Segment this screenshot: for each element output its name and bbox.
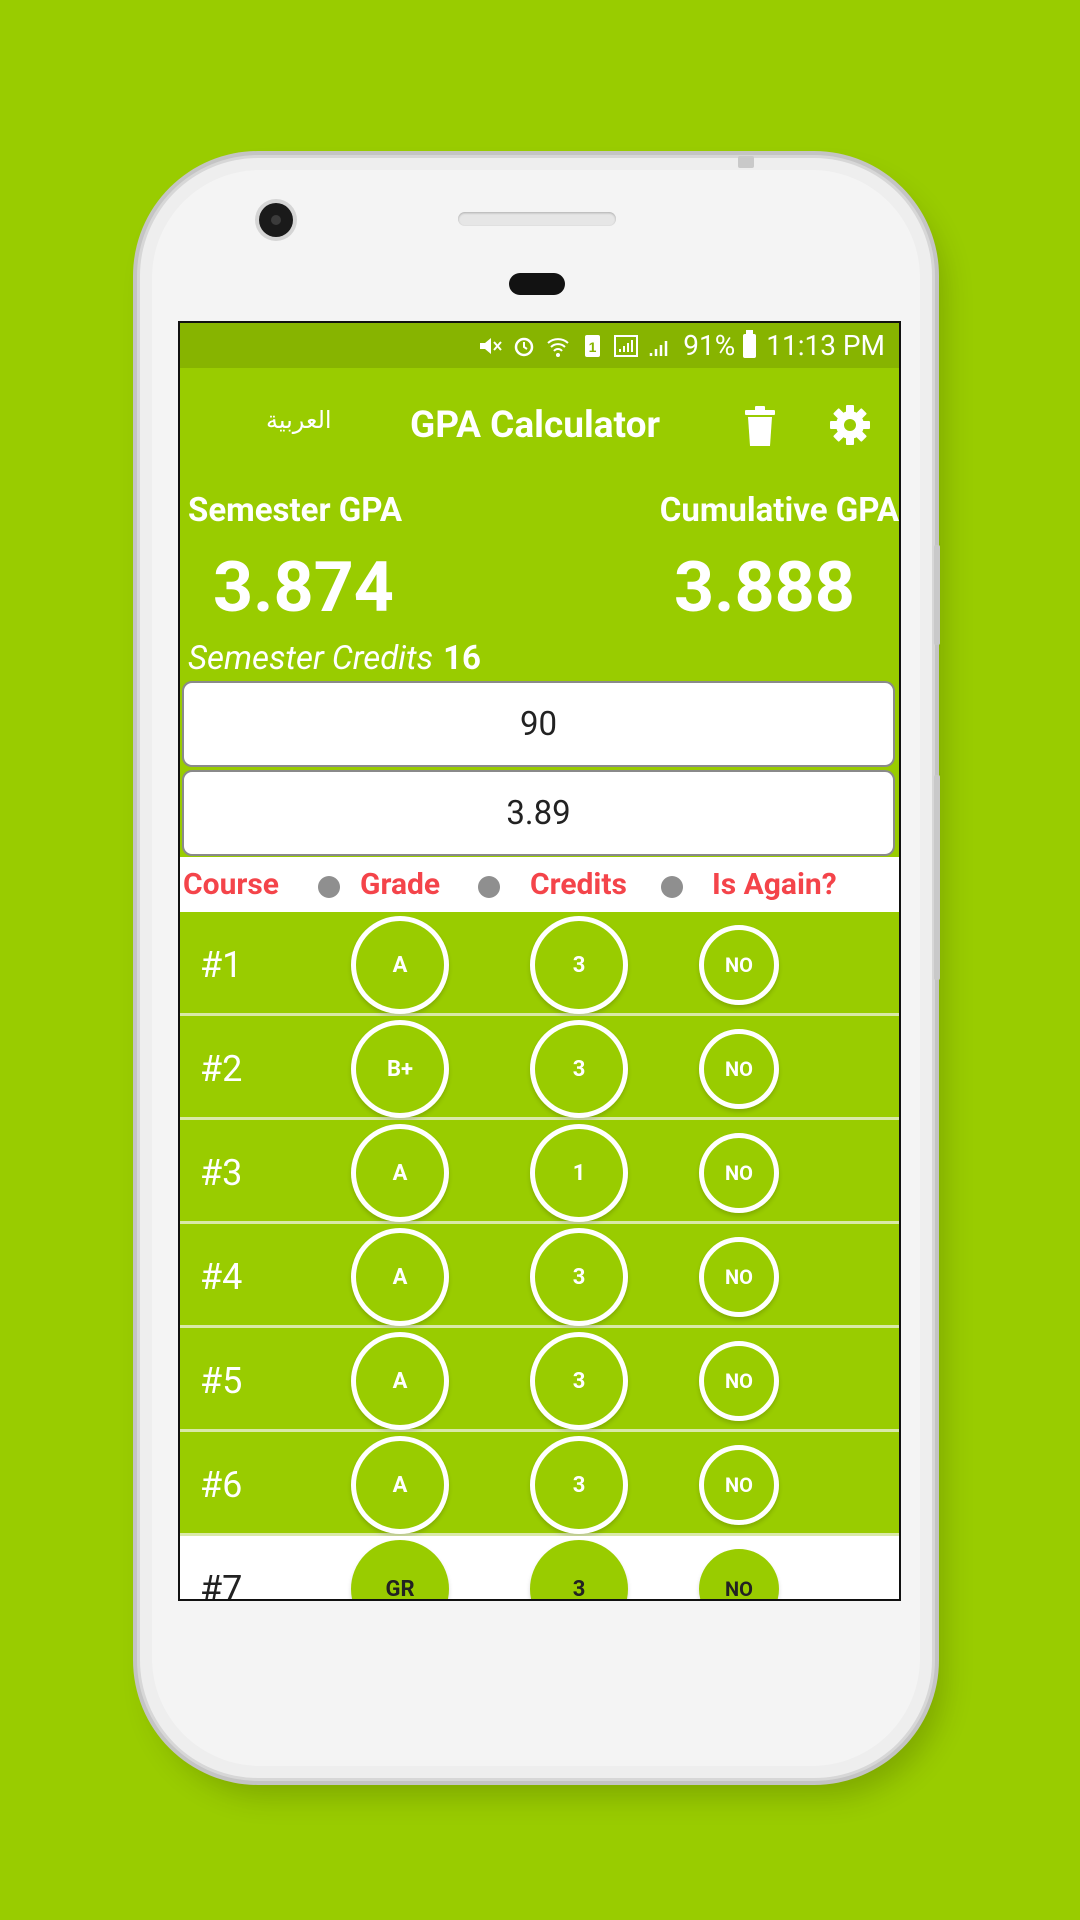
trash-icon[interactable] <box>743 406 777 446</box>
grade-button[interactable]: B+ <box>351 1020 449 1118</box>
table-row: #4 A 3 NO <box>180 1224 899 1328</box>
svg-text:1: 1 <box>589 339 597 355</box>
grade-button[interactable]: GR <box>351 1540 449 1599</box>
cumulative-gpa-value: 3.888 <box>674 547 855 629</box>
grade-button[interactable]: A <box>351 1332 449 1430</box>
page-title: GPA Calculator <box>410 404 661 447</box>
earpiece-speaker <box>458 212 616 226</box>
mute-icon <box>480 337 502 354</box>
clock: 11:13 PM <box>766 329 885 362</box>
app-screen: 1 91% 11:13 PM العربية GPA Calculator Se… <box>178 321 901 1601</box>
signal-icon <box>649 340 668 356</box>
header-divider-dot <box>661 876 683 898</box>
course-number: #6 <box>200 1464 243 1506</box>
header-credits: Credits <box>530 867 627 902</box>
table-header: Course Grade Credits Is Again? <box>180 857 899 917</box>
status-icons: 1 <box>477 333 673 359</box>
volume-button <box>934 775 940 980</box>
front-camera <box>259 203 293 237</box>
credits-button[interactable]: 3 <box>530 1540 628 1599</box>
semester-credits-label: Semester Credits <box>188 639 434 678</box>
battery-percent: 91% <box>683 329 736 362</box>
battery-icon <box>743 329 757 358</box>
proximity-sensor <box>509 273 565 295</box>
sim-icon: 1 <box>585 334 601 357</box>
is-again-button[interactable]: NO <box>699 1549 779 1599</box>
language-button[interactable]: العربية <box>266 406 332 434</box>
gear-icon[interactable] <box>829 404 871 446</box>
semester-credits: Semester Credits 16 <box>188 639 481 678</box>
is-again-button[interactable]: NO <box>699 1029 779 1109</box>
credits-button[interactable]: 1 <box>530 1124 628 1222</box>
table-row: #2 B+ 3 NO <box>180 1016 899 1120</box>
power-button <box>934 545 940 645</box>
header-is-again: Is Again? <box>712 867 837 902</box>
course-number: #1 <box>200 944 243 986</box>
signal-box-icon <box>614 334 639 357</box>
grade-button[interactable]: A <box>351 1228 449 1326</box>
table-row: #6 A 3 NO <box>180 1432 899 1536</box>
course-number: #5 <box>200 1360 243 1402</box>
table-row: #1 A 3 NO <box>180 912 899 1016</box>
table-row: #5 A 3 NO <box>180 1328 899 1432</box>
semester-gpa-value: 3.874 <box>213 547 394 629</box>
is-again-button[interactable]: NO <box>699 1341 779 1421</box>
header-course: Course <box>183 867 279 902</box>
grade-button[interactable]: A <box>351 1436 449 1534</box>
table-row: #3 A 1 NO <box>180 1120 899 1224</box>
header-divider-dot <box>478 876 500 898</box>
semester-gpa-label: Semester GPA <box>188 491 403 530</box>
is-again-button[interactable]: NO <box>699 1445 779 1525</box>
credits-button[interactable]: 3 <box>530 1228 628 1326</box>
toolbar: العربية GPA Calculator <box>180 368 899 483</box>
previous-gpa-field[interactable]: 3.89 <box>182 770 895 856</box>
is-again-button[interactable]: NO <box>699 1133 779 1213</box>
course-number: #3 <box>200 1152 243 1194</box>
grade-button[interactable]: A <box>351 916 449 1014</box>
course-number: #7 <box>200 1568 243 1601</box>
previous-credits-field[interactable]: 90 <box>182 681 895 767</box>
status-bar: 1 91% 11:13 PM <box>180 323 899 368</box>
header-divider-dot <box>318 876 340 898</box>
course-number: #2 <box>200 1048 243 1090</box>
header-grade: Grade <box>360 867 441 902</box>
wifi-icon <box>547 337 569 357</box>
alarm-icon <box>514 337 534 356</box>
grade-button[interactable]: A <box>351 1124 449 1222</box>
table-row: #7 GR 3 NO <box>180 1536 899 1601</box>
cumulative-gpa-label: Cumulative GPA <box>659 491 899 530</box>
top-notch <box>738 156 754 168</box>
semester-credits-value: 16 <box>443 639 481 678</box>
is-again-button[interactable]: NO <box>699 925 779 1005</box>
credits-button[interactable]: 3 <box>530 1332 628 1430</box>
is-again-button[interactable]: NO <box>699 1237 779 1317</box>
credits-button[interactable]: 3 <box>530 1020 628 1118</box>
course-number: #4 <box>200 1256 243 1298</box>
credits-button[interactable]: 3 <box>530 916 628 1014</box>
credits-button[interactable]: 3 <box>530 1436 628 1534</box>
